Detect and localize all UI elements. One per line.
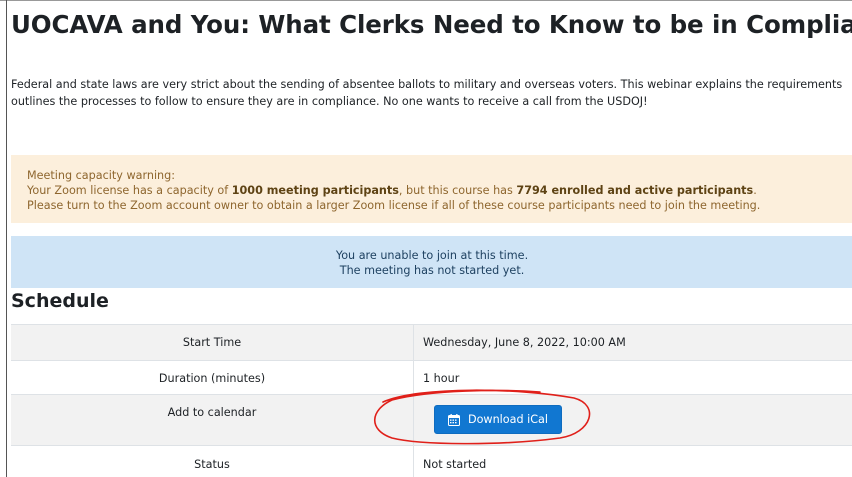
- join-status-line-1: You are unable to join at this time.: [335, 249, 529, 262]
- table-row-duration: Duration (minutes) 1 hour: [11, 360, 852, 394]
- download-ical-button[interactable]: Download iCal: [434, 405, 562, 434]
- page: UOCAVA and You: What Clerks Need to Know…: [0, 0, 852, 477]
- download-ical-label: Download iCal: [467, 413, 549, 426]
- description-line-2: outlines the processes to follow to ensu…: [11, 95, 648, 108]
- description: Federal and state laws are very strict a…: [11, 76, 852, 110]
- table-row-start-time: Start Time Wednesday, June 8, 2022, 10:0…: [11, 324, 852, 360]
- warning-enrolled: 7794 enrolled and active participants: [516, 184, 754, 197]
- duration-value: 1 hour: [423, 372, 460, 385]
- schedule-table: Start Time Wednesday, June 8, 2022, 10:0…: [11, 324, 852, 477]
- calendar-icon: [447, 413, 460, 426]
- capacity-warning-alert: Meeting capacity warning: Your Zoom lice…: [11, 155, 852, 223]
- join-status-alert: You are unable to join at this time. The…: [11, 236, 852, 288]
- status-value: Not started: [423, 458, 487, 471]
- warning-heading: Meeting capacity warning:: [27, 169, 176, 182]
- duration-label: Duration (minutes): [158, 372, 266, 385]
- add-to-calendar-label: Add to calendar: [167, 406, 257, 419]
- warning-instruction: Please turn to the Zoom account owner to…: [27, 199, 761, 212]
- status-label: Status: [194, 458, 230, 471]
- top-border: [0, 0, 852, 1]
- column-divider: [413, 395, 414, 445]
- description-line-1: Federal and state laws are very strict a…: [11, 78, 843, 91]
- warning-text-middle: , but this course has: [398, 184, 517, 197]
- start-time-label: Start Time: [182, 336, 242, 349]
- left-border: [6, 0, 7, 477]
- warning-capacity-line: Your Zoom license has a capacity of 1000…: [27, 183, 852, 198]
- join-status-line-2: The meeting has not started yet.: [339, 264, 525, 277]
- table-row-status: Status Not started: [11, 445, 852, 477]
- start-time-value: Wednesday, June 8, 2022, 10:00 AM: [423, 336, 626, 349]
- schedule-heading: Schedule: [11, 290, 109, 312]
- warning-text-suffix: .: [753, 184, 757, 197]
- table-row-calendar: Add to calendar: [11, 394, 852, 445]
- warning-capacity: 1000 meeting participants: [231, 184, 399, 197]
- warning-text-prefix: Your Zoom license has a capacity of: [27, 184, 232, 197]
- page-title: UOCAVA and You: What Clerks Need to Know…: [11, 10, 852, 39]
